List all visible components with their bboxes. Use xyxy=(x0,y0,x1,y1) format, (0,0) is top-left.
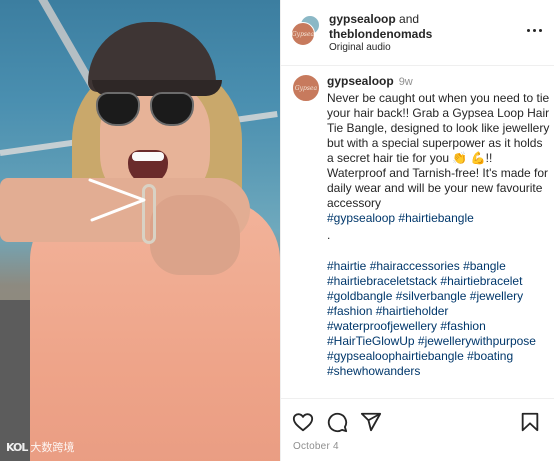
caption-hashtags[interactable]: #hairtie #hairaccessories #bangle #hairt… xyxy=(327,259,551,379)
arrow-icon xyxy=(88,178,146,222)
heart-icon[interactable] xyxy=(292,411,314,433)
caption-tags[interactable]: #gypsealoop #hairtiebangle xyxy=(327,211,551,226)
save-bookmark-icon[interactable] xyxy=(519,411,541,433)
author-avatar[interactable]: Gypsea xyxy=(291,22,315,46)
watermark-text: 大数跨境 xyxy=(30,441,75,454)
caption-separator: . xyxy=(327,228,331,242)
watermark: KOL 大数跨境 xyxy=(6,439,74,455)
and-text: and xyxy=(399,12,420,26)
hand xyxy=(150,195,240,275)
collaborator-username[interactable]: theblondenomads xyxy=(329,27,432,41)
post-header: Gypsea gypsealoop and theblondenomads Or… xyxy=(281,0,554,66)
caption-username[interactable]: gypsealoop xyxy=(327,74,394,88)
avatar-logo-text: Gypsea xyxy=(291,30,315,38)
post-actions: October 4 xyxy=(281,398,554,461)
more-options-icon[interactable] xyxy=(525,26,543,34)
audio-link[interactable]: Original audio xyxy=(329,42,391,53)
share-icon[interactable] xyxy=(360,411,382,433)
post-details-panel: Gypsea gypsealoop and theblondenomads Or… xyxy=(280,0,554,461)
caption-text: Never be caught out when you need to tie… xyxy=(327,91,550,210)
post-age: 9w xyxy=(398,76,413,88)
post-caption: gypsealoop 9w Never be caught out when yo… xyxy=(327,74,551,379)
post-authors: gypsealoop and theblondenomads xyxy=(329,12,519,42)
author-username[interactable]: gypsealoop xyxy=(329,12,396,26)
avatar-logo-text: Gypsea xyxy=(294,84,318,92)
comment-icon[interactable] xyxy=(326,411,348,433)
caption-author-avatar[interactable]: Gypsea xyxy=(292,74,320,102)
post-date[interactable]: October 4 xyxy=(293,441,339,452)
post-media[interactable]: KOL 大数跨境 xyxy=(0,0,280,461)
watermark-logo: KOL xyxy=(6,440,28,454)
